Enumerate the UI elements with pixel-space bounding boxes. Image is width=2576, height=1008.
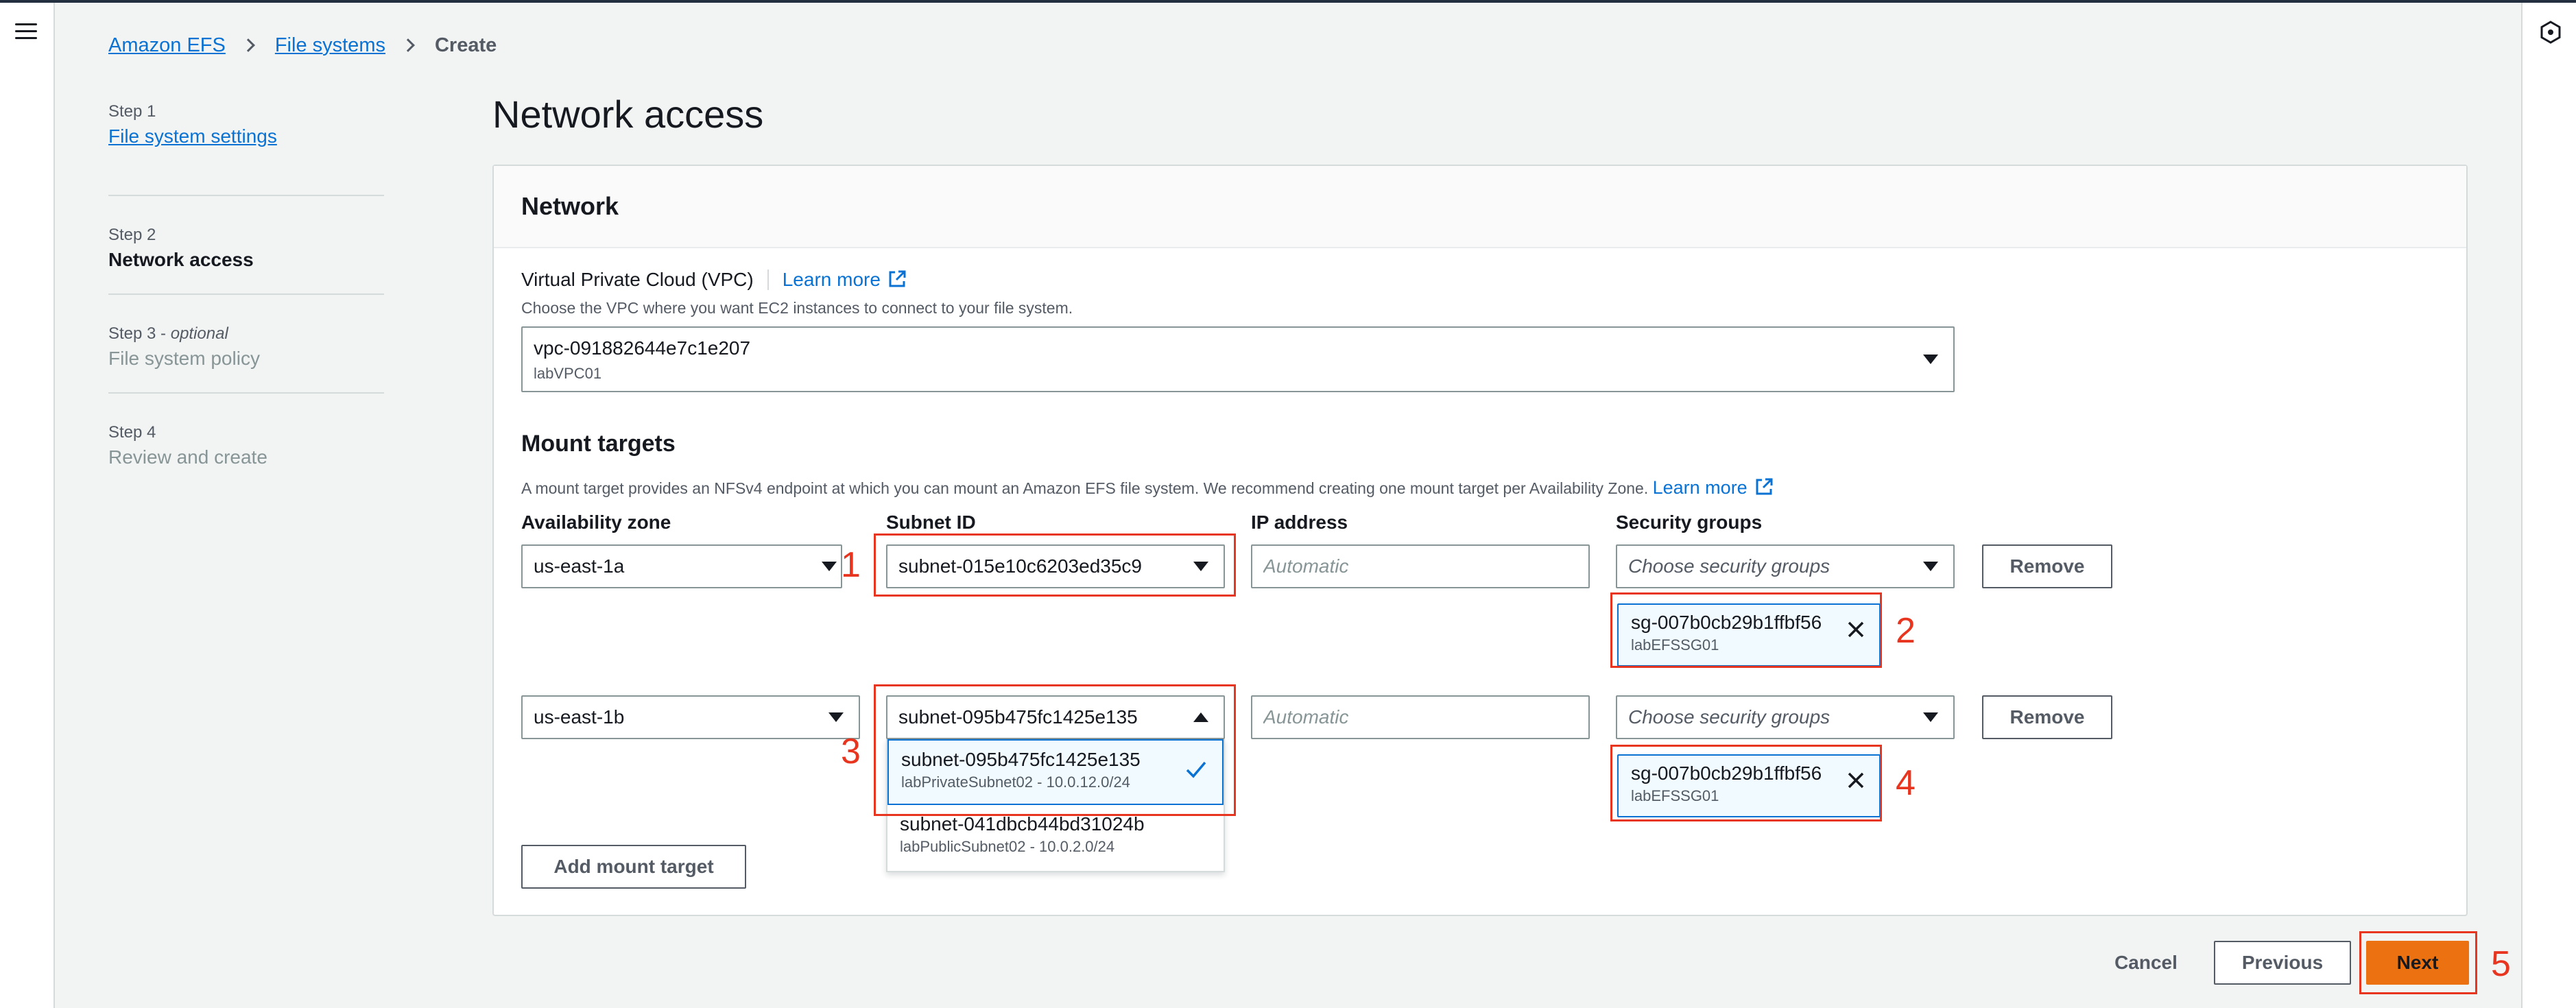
breadcrumb-current: Create bbox=[434, 34, 497, 56]
annotation-number-4: 4 bbox=[1896, 763, 1916, 803]
column-security-groups: Security groups bbox=[1616, 512, 1763, 533]
caret-down-icon bbox=[1923, 712, 1938, 722]
left-navigation-rail bbox=[0, 3, 55, 1008]
availability-zone-value: us-east-1b bbox=[534, 706, 625, 728]
breadcrumb-file-systems[interactable]: File systems bbox=[275, 34, 385, 57]
mount-targets-learn-more-link[interactable]: Learn more bbox=[1653, 477, 1774, 498]
step-number: Step 4 bbox=[108, 423, 156, 442]
column-ip-address: IP address bbox=[1251, 512, 1348, 533]
external-link-icon bbox=[889, 270, 906, 287]
ip-address-input-1[interactable] bbox=[1251, 544, 1590, 588]
vpc-select[interactable]: vpc-091882644e7c1e207 labVPC01 bbox=[521, 326, 1955, 392]
vpc-learn-more-link[interactable]: Learn more bbox=[783, 269, 907, 290]
remove-button-2[interactable]: Remove bbox=[1982, 695, 2112, 739]
step-link-file-system-settings[interactable]: File system settings bbox=[108, 123, 384, 149]
caret-down-icon bbox=[828, 712, 844, 722]
cancel-button[interactable]: Cancel bbox=[2099, 941, 2193, 985]
annotation-box-3 bbox=[874, 684, 1236, 816]
step-4: Step 4 Review and create bbox=[108, 394, 384, 492]
annotation-box-2 bbox=[1610, 592, 1882, 668]
menu-icon[interactable] bbox=[15, 23, 37, 40]
security-groups-placeholder: Choose security groups bbox=[1628, 706, 1830, 728]
chevron-right-icon bbox=[401, 38, 415, 52]
annotation-box-5 bbox=[2359, 931, 2477, 994]
annotation-number-3: 3 bbox=[841, 732, 861, 771]
step-number: Step 2 bbox=[108, 226, 156, 244]
step-review-and-create: Review and create bbox=[108, 446, 267, 468]
annotation-box-1 bbox=[874, 533, 1236, 597]
right-tools-rail bbox=[2521, 3, 2576, 1008]
step-number: Step 3 - optional bbox=[108, 324, 228, 343]
annotation-box-4 bbox=[1610, 745, 1882, 821]
security-groups-placeholder: Choose security groups bbox=[1628, 555, 1830, 577]
step-current-network-access: Network access bbox=[108, 249, 254, 270]
vpc-select-value: vpc-091882644e7c1e207 bbox=[534, 337, 751, 359]
network-panel: Network Virtual Private Cloud (VPC) Learn… bbox=[492, 165, 2468, 916]
step-number: Step 1 bbox=[108, 102, 156, 121]
availability-zone-select-2[interactable]: us-east-1b bbox=[521, 695, 860, 739]
security-groups-select-1[interactable]: Choose security groups bbox=[1616, 544, 1955, 588]
availability-zone-value: us-east-1a bbox=[534, 555, 625, 577]
step-file-system-policy: File system policy bbox=[108, 348, 260, 369]
ip-address-input-2[interactable] bbox=[1251, 695, 1590, 739]
security-groups-select-2[interactable]: Choose security groups bbox=[1616, 695, 1955, 739]
step-3: Step 3 - optional File system policy bbox=[108, 295, 384, 394]
vpc-label: Virtual Private Cloud (VPC) bbox=[521, 269, 754, 290]
annotation-number-2: 2 bbox=[1896, 611, 1916, 651]
availability-zone-select-1[interactable]: us-east-1a bbox=[521, 544, 842, 588]
vpc-description: Choose the VPC where you want EC2 instan… bbox=[521, 299, 1073, 317]
caret-down-icon bbox=[1923, 562, 1938, 571]
vpc-select-sub: labVPC01 bbox=[534, 365, 602, 382]
page-title: Network access bbox=[492, 93, 764, 136]
subnet-option-detail: labPublicSubnet02 - 10.0.2.0/24 bbox=[900, 838, 1115, 855]
top-border bbox=[0, 0, 2576, 3]
vpc-label-row: Virtual Private Cloud (VPC) Learn more bbox=[521, 269, 907, 291]
breadcrumb-amazon-efs[interactable]: Amazon EFS bbox=[108, 34, 226, 57]
annotation-number-1: 1 bbox=[841, 545, 861, 585]
info-panel-icon[interactable] bbox=[2539, 21, 2562, 44]
step-1: Step 1 File system settings bbox=[108, 97, 384, 196]
annotation-number-5: 5 bbox=[2491, 944, 2511, 984]
divider bbox=[767, 269, 769, 290]
chevron-right-icon bbox=[241, 38, 255, 52]
column-availability-zone: Availability zone bbox=[521, 512, 671, 533]
mount-targets-title: Mount targets bbox=[521, 431, 676, 457]
mount-targets-description: A mount target provides an NFSv4 endpoin… bbox=[521, 477, 1774, 499]
caret-down-icon bbox=[1923, 355, 1938, 364]
add-mount-target-button[interactable]: Add mount target bbox=[521, 845, 746, 889]
column-subnet-id: Subnet ID bbox=[886, 512, 976, 533]
wizard-steps: Step 1 File system settings Step 2 Netwo… bbox=[108, 97, 384, 492]
previous-button[interactable]: Previous bbox=[2214, 941, 2351, 985]
external-link-icon bbox=[1756, 478, 1773, 495]
panel-header: Network bbox=[494, 166, 2466, 248]
breadcrumb: Amazon EFS File systems Create bbox=[108, 32, 497, 59]
step-2: Step 2 Network access bbox=[108, 196, 384, 295]
caret-down-icon bbox=[822, 562, 837, 571]
remove-button-1[interactable]: Remove bbox=[1982, 544, 2112, 588]
panel-title: Network bbox=[521, 192, 619, 220]
